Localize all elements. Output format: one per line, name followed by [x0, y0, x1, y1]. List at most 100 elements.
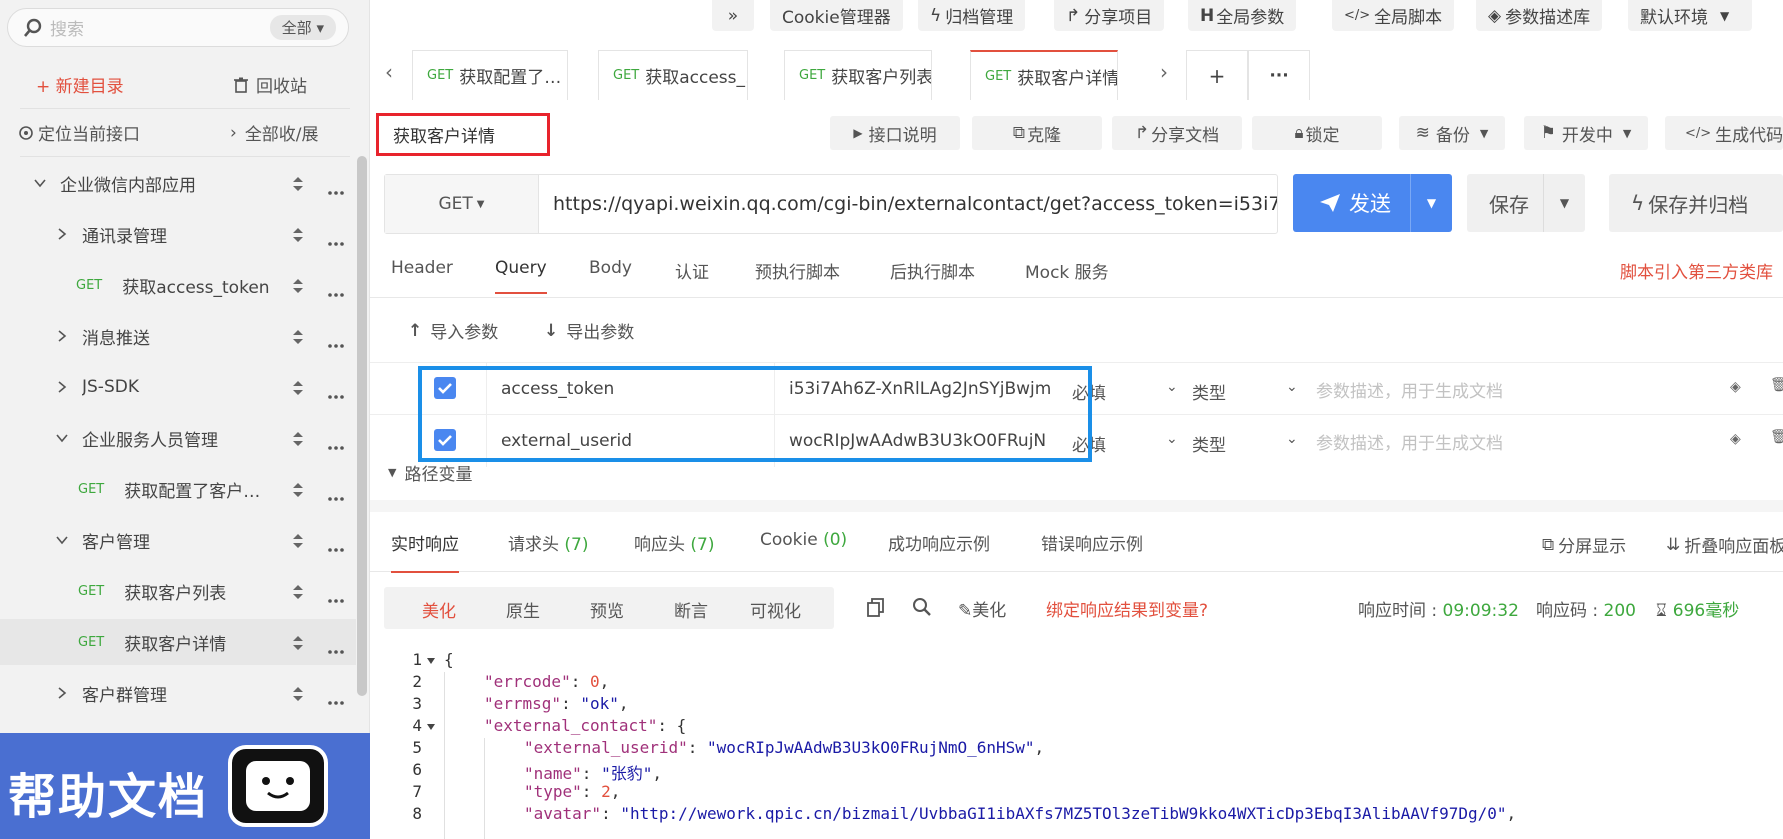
- view-assert[interactable]: 断言: [674, 597, 708, 622]
- path-variables-toggle[interactable]: ▼ 路径变量: [388, 460, 472, 485]
- sort-handle-icon[interactable]: [292, 431, 304, 447]
- trash-icon[interactable]: 🗑︎: [1770, 429, 1783, 445]
- environment-select[interactable]: 默认环境 ▼: [1628, 0, 1752, 31]
- search-box[interactable]: 搜索 全部 ▾: [7, 8, 349, 47]
- chevron-down-icon[interactable]: ⌄: [1286, 379, 1298, 395]
- more-options-icon[interactable]: [328, 537, 344, 557]
- chevron-down-icon[interactable]: ⌄: [1166, 379, 1178, 395]
- chevron-down-icon[interactable]: [56, 432, 68, 444]
- view-preview[interactable]: 预览: [590, 597, 624, 622]
- param-type-select[interactable]: 类型: [1192, 379, 1226, 404]
- tab-3-active[interactable]: GET 获取客户详情: [970, 50, 1118, 100]
- more-options-icon[interactable]: [328, 435, 344, 455]
- sidebar-tree-item[interactable]: 客户管理: [0, 517, 356, 563]
- fold-caret-icon[interactable]: [426, 722, 436, 732]
- status-select[interactable]: ⚑ 开发中 ▼: [1524, 116, 1648, 150]
- tab-next-icon[interactable]: ›: [1160, 60, 1168, 84]
- api-doc-button[interactable]: ▶ 接口说明: [830, 116, 960, 150]
- more-tabs-button[interactable]: ···: [1248, 50, 1310, 100]
- save-button[interactable]: 保存 ▼: [1467, 174, 1585, 232]
- export-params-button[interactable]: ↓ 导出参数: [544, 318, 634, 344]
- tab-query[interactable]: Query: [495, 258, 547, 294]
- param-desc-input[interactable]: 参数描述，用于生成文档: [1316, 429, 1503, 454]
- fold-caret-icon[interactable]: [426, 656, 436, 666]
- request-name-field[interactable]: 获取客户详情: [376, 113, 550, 156]
- tab-header[interactable]: Header: [391, 258, 453, 292]
- help-docs-banner[interactable]: 帮助文档: [0, 733, 370, 839]
- sidebar-tree-item[interactable]: GET 获取客户详情: [0, 619, 356, 665]
- tab-response-headers[interactable]: 响应头 (7): [634, 530, 715, 571]
- more-options-icon[interactable]: [328, 690, 344, 710]
- sidebar-tree-item[interactable]: JS-SDK: [0, 364, 356, 410]
- param-value-input[interactable]: i53i7Ah6Z-XnRlLAg2JnSYjBwjm: [774, 363, 1060, 415]
- archive-manager-button[interactable]: ϟ 归档管理: [918, 0, 1026, 31]
- tab-request-headers[interactable]: 请求头 (7): [508, 530, 589, 571]
- chevron-down-icon[interactable]: ⌄: [1166, 431, 1178, 447]
- chevron-down-icon[interactable]: [34, 177, 46, 189]
- save-dropdown-icon[interactable]: ▼: [1543, 174, 1585, 232]
- global-params-button[interactable]: H 全局参数: [1188, 0, 1297, 31]
- sort-handle-icon[interactable]: [292, 584, 304, 600]
- sidebar-scrollbar[interactable]: [357, 156, 367, 696]
- more-options-icon[interactable]: [328, 282, 344, 302]
- chevron-right-icon[interactable]: [56, 381, 68, 393]
- chevron-right-icon[interactable]: [56, 330, 68, 342]
- global-script-button[interactable]: </> 全局脚本: [1332, 0, 1455, 31]
- copy-icon[interactable]: [866, 597, 886, 617]
- third-party-lib-link[interactable]: 脚本引入第三方类库: [1620, 258, 1773, 283]
- tab-0[interactable]: GET 获取配置了…: [412, 50, 568, 100]
- more-options-icon[interactable]: [328, 639, 344, 659]
- scope-select[interactable]: 全部 ▾: [269, 15, 336, 40]
- view-raw[interactable]: 原生: [506, 597, 540, 622]
- chevron-down-icon[interactable]: [56, 534, 68, 546]
- trash-icon[interactable]: 🗑︎: [1770, 377, 1783, 393]
- cube-icon[interactable]: ◈: [1730, 379, 1741, 395]
- sidebar-tree-item[interactable]: GET 获取客户列表: [0, 568, 356, 614]
- backup-button[interactable]: ≋ 备份 ▼: [1399, 116, 1505, 150]
- chevron-down-icon[interactable]: ⌄: [1286, 431, 1298, 447]
- param-key-input[interactable]: external_userid: [486, 415, 774, 467]
- cube-icon[interactable]: ◈: [1730, 431, 1741, 447]
- tab-auth[interactable]: 认证: [675, 258, 709, 297]
- cookie-manager-button[interactable]: Cookie管理器: [770, 0, 903, 31]
- response-body-editor[interactable]: 1{2 "errcode": 0, 3 "errmsg": "ok", 4 "extern…: [370, 650, 1783, 839]
- param-value-input[interactable]: wocRIpJwAAdwB3U3kO0FRujN: [774, 415, 1060, 467]
- new-directory-button[interactable]: + 新建目录: [36, 72, 124, 97]
- clone-button[interactable]: ⧉ 克隆: [972, 116, 1102, 150]
- more-options-icon[interactable]: [328, 180, 344, 200]
- tab-mock[interactable]: Mock 服务: [1025, 258, 1109, 297]
- share-doc-button[interactable]: ↱ 分享文档: [1112, 116, 1242, 150]
- locate-current-button[interactable]: 定位当前接口: [18, 120, 140, 145]
- param-checkbox[interactable]: [434, 377, 456, 399]
- search-icon[interactable]: [912, 597, 932, 617]
- send-button[interactable]: 发送 ▼: [1293, 174, 1452, 232]
- sort-handle-icon[interactable]: [292, 176, 304, 192]
- send-dropdown-icon[interactable]: ▼: [1410, 174, 1452, 232]
- sidebar-tree-item[interactable]: GET 获取配置了客户联系功能的成员列表: [0, 466, 356, 512]
- sort-handle-icon[interactable]: [292, 329, 304, 345]
- recycle-bin-button[interactable]: 回收站: [234, 72, 307, 97]
- sidebar-tree-item[interactable]: 企业微信内部应用: [0, 160, 356, 206]
- tab-prev-icon[interactable]: ‹: [385, 60, 393, 84]
- sort-handle-icon[interactable]: [292, 533, 304, 549]
- sidebar-tree-item[interactable]: 企业服务人员管理: [0, 415, 356, 461]
- view-beautify[interactable]: 美化: [422, 597, 456, 622]
- tab-cookie[interactable]: Cookie (0): [760, 530, 847, 566]
- sort-handle-icon[interactable]: [292, 278, 304, 294]
- more-options-icon[interactable]: [328, 231, 344, 251]
- split-view-button[interactable]: ⧉ 分屏显示: [1542, 532, 1626, 558]
- more-options-icon[interactable]: [328, 588, 344, 608]
- tab-error-example[interactable]: 错误响应示例: [1041, 530, 1143, 571]
- tab-live-response[interactable]: 实时响应: [391, 530, 459, 573]
- sort-handle-icon[interactable]: [292, 482, 304, 498]
- sidebar-tree-item[interactable]: 消息推送: [0, 313, 356, 359]
- collapse-toolbar-button[interactable]: »: [712, 0, 754, 31]
- tab-success-example[interactable]: 成功响应示例: [888, 530, 990, 571]
- sort-handle-icon[interactable]: [292, 686, 304, 702]
- save-and-archive-button[interactable]: ϟ 保存并归档: [1609, 174, 1783, 232]
- share-project-button[interactable]: ↱ 分享项目: [1054, 0, 1165, 31]
- chevron-right-icon[interactable]: [56, 228, 68, 240]
- add-tab-button[interactable]: +: [1186, 50, 1248, 100]
- more-options-icon[interactable]: [328, 333, 344, 353]
- more-options-icon[interactable]: [328, 384, 344, 404]
